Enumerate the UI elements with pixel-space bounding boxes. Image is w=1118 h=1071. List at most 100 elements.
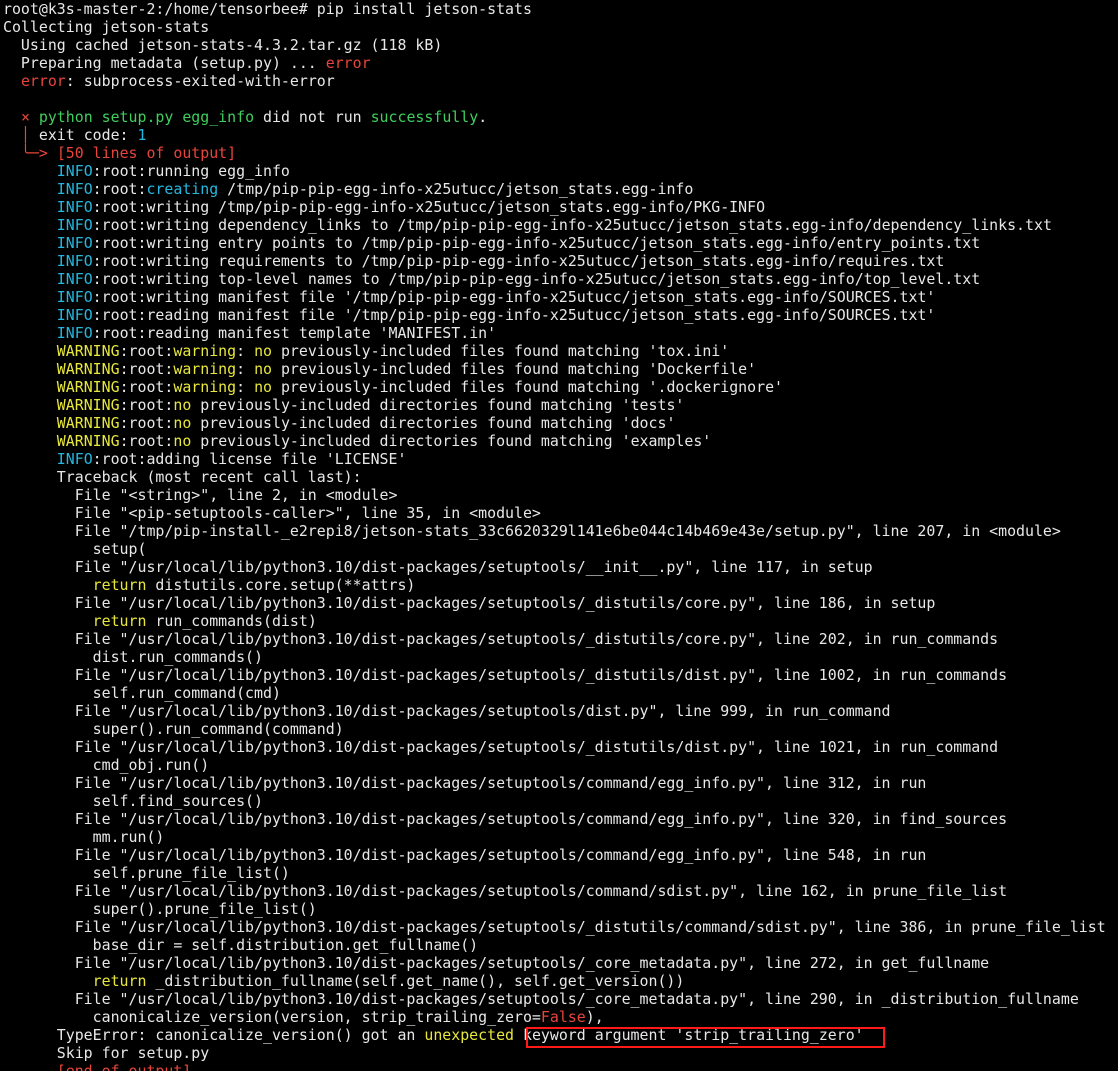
terminal-line: INFO:root:writing dependency_links to /t… (3, 216, 1118, 234)
terminal-text: [50 lines of output] (56, 144, 237, 162)
terminal-text: WARNING (56, 396, 120, 414)
terminal-text: return (92, 612, 147, 630)
terminal-line: mm.run() (3, 828, 1118, 846)
terminal-text: :root:adding license file 'LICENSE' (92, 450, 407, 468)
terminal-text: no (254, 360, 272, 378)
terminal-text: no (173, 414, 192, 432)
terminal-text: False (540, 1008, 586, 1026)
terminal-text: /tmp/pip-pip-egg-info-x25utucc/jetson_st… (218, 180, 694, 198)
terminal-line: self.find_sources() (3, 792, 1118, 810)
terminal-text: WARNING (56, 342, 120, 360)
terminal-line: Collecting jetson-stats (3, 18, 1118, 36)
terminal-text: root@k3s-master-2:/home/tensorbee# pip i… (3, 0, 532, 18)
terminal-text: Using cached jetson-stats-4.3.2.tar.gz (… (3, 36, 443, 54)
terminal-text: Collecting jetson-stats (3, 18, 210, 36)
terminal-text: File "/usr/local/lib/python3.10/dist-pac… (3, 954, 990, 972)
terminal-line: File "/usr/local/lib/python3.10/dist-pac… (3, 558, 1118, 576)
terminal-text: base_dir = self.distribution.get_fullnam… (3, 936, 479, 954)
terminal-line: canonicalize_version(version, strip_trai… (3, 1008, 1118, 1026)
terminal-line: INFO:root:writing manifest file '/tmp/pi… (3, 288, 1118, 306)
terminal-text: previously-included files found matching… (272, 378, 784, 396)
terminal-text: WARNING (56, 378, 120, 396)
terminal-text: WARNING (56, 414, 120, 432)
terminal-text: . (478, 108, 488, 126)
terminal-text: return (92, 576, 147, 594)
terminal-line: Skip for setup.py (3, 1044, 1118, 1062)
terminal-line: INFO:root:adding license file 'LICENSE' (3, 450, 1118, 468)
terminal-text: File "/usr/local/lib/python3.10/dist-pac… (3, 774, 927, 792)
terminal-line: Using cached jetson-stats-4.3.2.tar.gz (… (3, 36, 1118, 54)
terminal-line: WARNING:root:warning: no previously-incl… (3, 360, 1118, 378)
terminal-text: File "<string>", line 2, in <module> (3, 486, 398, 504)
terminal-text: super().run_command(command) (3, 720, 344, 738)
terminal-text: warning (173, 342, 237, 360)
terminal-text: :root:writing manifest file '/tmp/pip-pi… (92, 288, 936, 306)
terminal-text: × (20, 108, 30, 126)
terminal-line: File "/usr/local/lib/python3.10/dist-pac… (3, 882, 1118, 900)
terminal-text: previously-included directories found ma… (191, 396, 685, 414)
terminal-text: TypeError: canonicalize_version() got an (3, 1026, 425, 1044)
terminal-text: error (325, 54, 371, 72)
terminal-line: error: subprocess-exited-with-error (3, 72, 1118, 90)
terminal-line: INFO:root:reading manifest template 'MAN… (3, 324, 1118, 342)
terminal-line: dist.run_commands() (3, 648, 1118, 666)
terminal-line: super().run_command(command) (3, 720, 1118, 738)
terminal-line: File "/usr/local/lib/python3.10/dist-pac… (3, 954, 1118, 972)
terminal-text: : (236, 360, 255, 378)
terminal-line: File "/usr/local/lib/python3.10/dist-pac… (3, 702, 1118, 720)
terminal-line: WARNING:root:no previously-included dire… (3, 414, 1118, 432)
terminal-line: self.run_command(cmd) (3, 684, 1118, 702)
terminal-text: self.find_sources() (3, 792, 263, 810)
terminal-line: File "/usr/local/lib/python3.10/dist-pac… (3, 594, 1118, 612)
terminal-text: File "/usr/local/lib/python3.10/dist-pac… (3, 702, 891, 720)
terminal-line: × python setup.py egg_info did not run s… (3, 108, 1118, 126)
terminal-text: : subprocess-exited-with-error (65, 72, 335, 90)
terminal-line: INFO:root:writing entry points to /tmp/p… (3, 234, 1118, 252)
terminal-text: no (173, 396, 192, 414)
terminal-line: return distutils.core.setup(**attrs) (3, 576, 1118, 594)
terminal-text: :root:reading manifest template 'MANIFES… (92, 324, 497, 342)
terminal-output[interactable]: root@k3s-master-2:/home/tensorbee# pip i… (3, 0, 1118, 1071)
terminal-line: INFO:root:reading manifest file '/tmp/pi… (3, 306, 1118, 324)
terminal-line: WARNING:root:warning: no previously-incl… (3, 342, 1118, 360)
terminal-text: :root: (119, 432, 174, 450)
terminal-text: previously-included directories found ma… (191, 414, 676, 432)
terminal-text: File "/usr/local/lib/python3.10/dist-pac… (3, 990, 1079, 1008)
terminal-text: super().prune_file_list() (3, 900, 317, 918)
terminal-text: :root:writing dependency_links to /tmp/p… (92, 216, 1052, 234)
terminal-text: ), (585, 1008, 604, 1026)
terminal-text: :root:writing requirements to /tmp/pip-p… (92, 252, 945, 270)
terminal-text: distutils.core.setup(**attrs) (146, 576, 416, 594)
terminal-line: File "/usr/local/lib/python3.10/dist-pac… (3, 774, 1118, 792)
terminal-text: File "/usr/local/lib/python3.10/dist-pac… (3, 918, 1106, 936)
terminal-line: │ exit code: 1 (3, 126, 1118, 144)
terminal-text: File "/usr/local/lib/python3.10/dist-pac… (3, 558, 873, 576)
terminal-line: base_dir = self.distribution.get_fullnam… (3, 936, 1118, 954)
terminal-text: INFO (56, 324, 93, 342)
terminal-text: canonicalize_version(version, strip_trai… (3, 1008, 541, 1026)
terminal-text: INFO (56, 216, 93, 234)
terminal-text: successfully (370, 108, 479, 126)
terminal-text: WARNING (56, 360, 120, 378)
terminal-text: WARNING (56, 432, 120, 450)
terminal-text: cmd_obj.run() (3, 756, 210, 774)
terminal-text: File "/usr/local/lib/python3.10/dist-pac… (3, 666, 1008, 684)
terminal-text: warning (173, 360, 237, 378)
terminal-text: previously-included files found matching… (272, 342, 730, 360)
terminal-line: self.prune_file_list() (3, 864, 1118, 882)
terminal-line: WARNING:root:no previously-included dire… (3, 396, 1118, 414)
terminal-line: setup( (3, 540, 1118, 558)
terminal-text: INFO (56, 162, 93, 180)
